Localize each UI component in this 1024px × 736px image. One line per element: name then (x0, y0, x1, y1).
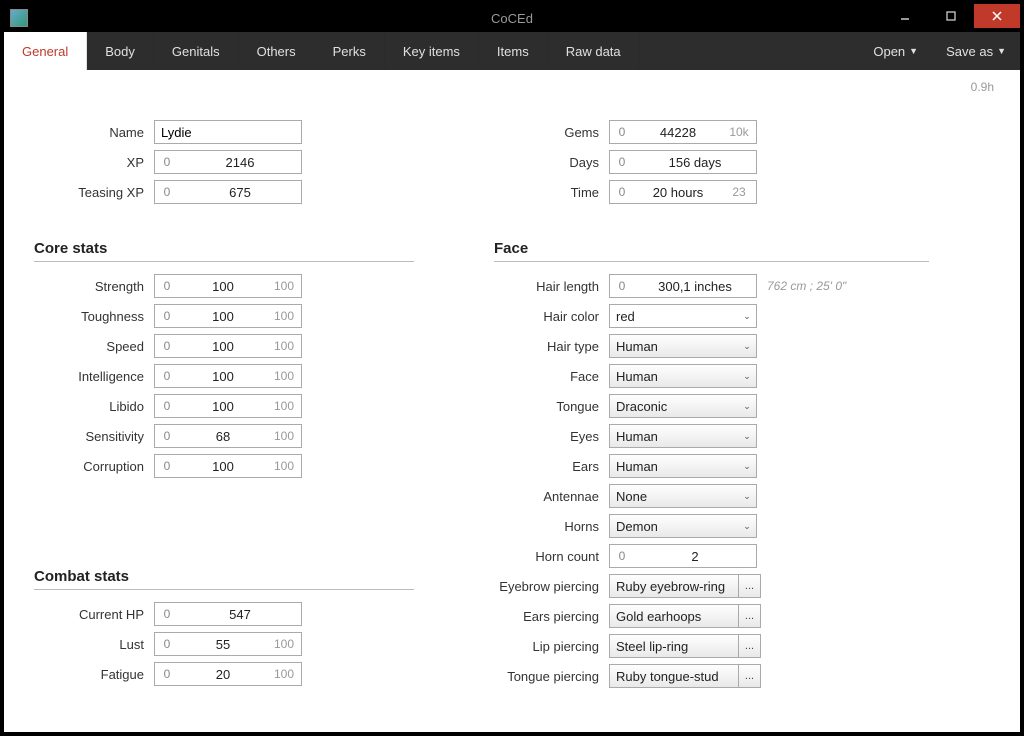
tab-general[interactable]: General (4, 32, 87, 70)
intelligence-input[interactable]: 0100100 (154, 364, 302, 388)
strength-input[interactable]: 0100100 (154, 274, 302, 298)
corruption-label: Corruption (34, 459, 154, 474)
eyes-combo[interactable]: Human⌄ (609, 424, 757, 448)
save-as-menu[interactable]: Save as ▼ (932, 32, 1020, 70)
name-input[interactable] (154, 120, 302, 144)
teasing-xp-label: Teasing XP (34, 185, 154, 200)
app-icon (10, 9, 28, 27)
version-label: 0.9h (971, 80, 994, 94)
tongue-piercing-combo[interactable]: Ruby tongue-stud (609, 664, 739, 688)
face-combo[interactable]: Human⌄ (609, 364, 757, 388)
open-label: Open (873, 44, 905, 59)
ears-piercing-label: Ears piercing (494, 609, 609, 624)
tab-genitals[interactable]: Genitals (154, 32, 239, 70)
tab-others[interactable]: Others (239, 32, 315, 70)
tab-raw-data[interactable]: Raw data (548, 32, 640, 70)
name-label: Name (34, 125, 154, 140)
horns-label: Horns (494, 519, 609, 534)
window-title: CoCEd (491, 11, 533, 26)
horns-combo[interactable]: Demon⌄ (609, 514, 757, 538)
chevron-down-icon: ▼ (909, 46, 918, 56)
core-stats-title: Core stats (34, 240, 414, 257)
speed-label: Speed (34, 339, 154, 354)
content-area: 0.9h Name XP 0 2146 (4, 70, 1020, 732)
chevron-down-icon: ▼ (997, 46, 1006, 56)
days-input[interactable]: 0 156 days (609, 150, 757, 174)
maximize-button[interactable] (928, 4, 974, 28)
eyes-label: Eyes (494, 429, 609, 444)
hair-length-input[interactable]: 0 300,1 inches (609, 274, 757, 298)
gems-input[interactable]: 0 44228 10k (609, 120, 757, 144)
lip-piercing-label: Lip piercing (494, 639, 609, 654)
chevron-down-icon: ⌄ (738, 401, 756, 412)
gems-label: Gems (494, 125, 609, 140)
chevron-down-icon: ⌄ (738, 461, 756, 472)
toughness-label: Toughness (34, 309, 154, 324)
hair-type-combo[interactable]: Human⌄ (609, 334, 757, 358)
tongue-combo[interactable]: Draconic⌄ (609, 394, 757, 418)
speed-input[interactable]: 0100100 (154, 334, 302, 358)
eyebrow-piercing-label: Eyebrow piercing (494, 579, 609, 594)
hair-color-combo[interactable]: red ⌄ (609, 304, 757, 328)
sensitivity-input[interactable]: 068100 (154, 424, 302, 448)
tab-body[interactable]: Body (87, 32, 154, 70)
face-title: Face (494, 240, 929, 257)
hair-color-label: Hair color (494, 309, 609, 324)
eyebrow-piercing-combo[interactable]: Ruby eyebrow-ring (609, 574, 739, 598)
tongue-label: Tongue (494, 399, 609, 414)
chevron-down-icon: ⌄ (738, 341, 756, 352)
tongue-piercing-label: Tongue piercing (494, 669, 609, 684)
lip-piercing-more-button[interactable]: ... (739, 634, 761, 658)
tab-items[interactable]: Items (479, 32, 548, 70)
hair-length-label: Hair length (494, 279, 609, 294)
current-hp-label: Current HP (34, 607, 154, 622)
chevron-down-icon: ⌄ (738, 491, 756, 502)
eyebrow-piercing-more-button[interactable]: ... (739, 574, 761, 598)
titlebar: CoCEd (4, 4, 1020, 32)
current-hp-input[interactable]: 0547 (154, 602, 302, 626)
horn-count-label: Horn count (494, 549, 609, 564)
lust-label: Lust (34, 637, 154, 652)
ears-label: Ears (494, 459, 609, 474)
face-label: Face (494, 369, 609, 384)
ears-piercing-combo[interactable]: Gold earhoops (609, 604, 739, 628)
open-menu[interactable]: Open ▼ (859, 32, 932, 70)
days-label: Days (494, 155, 609, 170)
tab-key-items[interactable]: Key items (385, 32, 479, 70)
xp-input[interactable]: 0 2146 (154, 150, 302, 174)
corruption-input[interactable]: 0100100 (154, 454, 302, 478)
chevron-down-icon: ⌄ (738, 371, 756, 382)
fatigue-input[interactable]: 020100 (154, 662, 302, 686)
chevron-down-icon: ⌄ (738, 311, 756, 322)
tab-perks[interactable]: Perks (315, 32, 385, 70)
toughness-input[interactable]: 0100100 (154, 304, 302, 328)
close-button[interactable] (974, 4, 1020, 28)
time-label: Time (494, 185, 609, 200)
xp-label: XP (34, 155, 154, 170)
teasing-xp-input[interactable]: 0 675 (154, 180, 302, 204)
chevron-down-icon: ⌄ (738, 431, 756, 442)
lip-piercing-combo[interactable]: Steel lip-ring (609, 634, 739, 658)
hair-length-note: 762 cm ; 25' 0" (767, 279, 846, 293)
libido-label: Libido (34, 399, 154, 414)
minimize-button[interactable] (882, 4, 928, 28)
strength-label: Strength (34, 279, 154, 294)
ears-combo[interactable]: Human⌄ (609, 454, 757, 478)
libido-input[interactable]: 0100100 (154, 394, 302, 418)
ears-piercing-more-button[interactable]: ... (739, 604, 761, 628)
time-input[interactable]: 0 20 hours 23 (609, 180, 757, 204)
lust-input[interactable]: 055100 (154, 632, 302, 656)
sensitivity-label: Sensitivity (34, 429, 154, 444)
horn-count-input[interactable]: 0 2 (609, 544, 757, 568)
intelligence-label: Intelligence (34, 369, 154, 384)
menubar: General Body Genitals Others Perks Key i… (4, 32, 1020, 70)
tongue-piercing-more-button[interactable]: ... (739, 664, 761, 688)
combat-stats-title: Combat stats (34, 568, 414, 585)
chevron-down-icon: ⌄ (738, 521, 756, 532)
fatigue-label: Fatigue (34, 667, 154, 682)
save-as-label: Save as (946, 44, 993, 59)
antennae-combo[interactable]: None⌄ (609, 484, 757, 508)
antennae-label: Antennae (494, 489, 609, 504)
hair-type-label: Hair type (494, 339, 609, 354)
